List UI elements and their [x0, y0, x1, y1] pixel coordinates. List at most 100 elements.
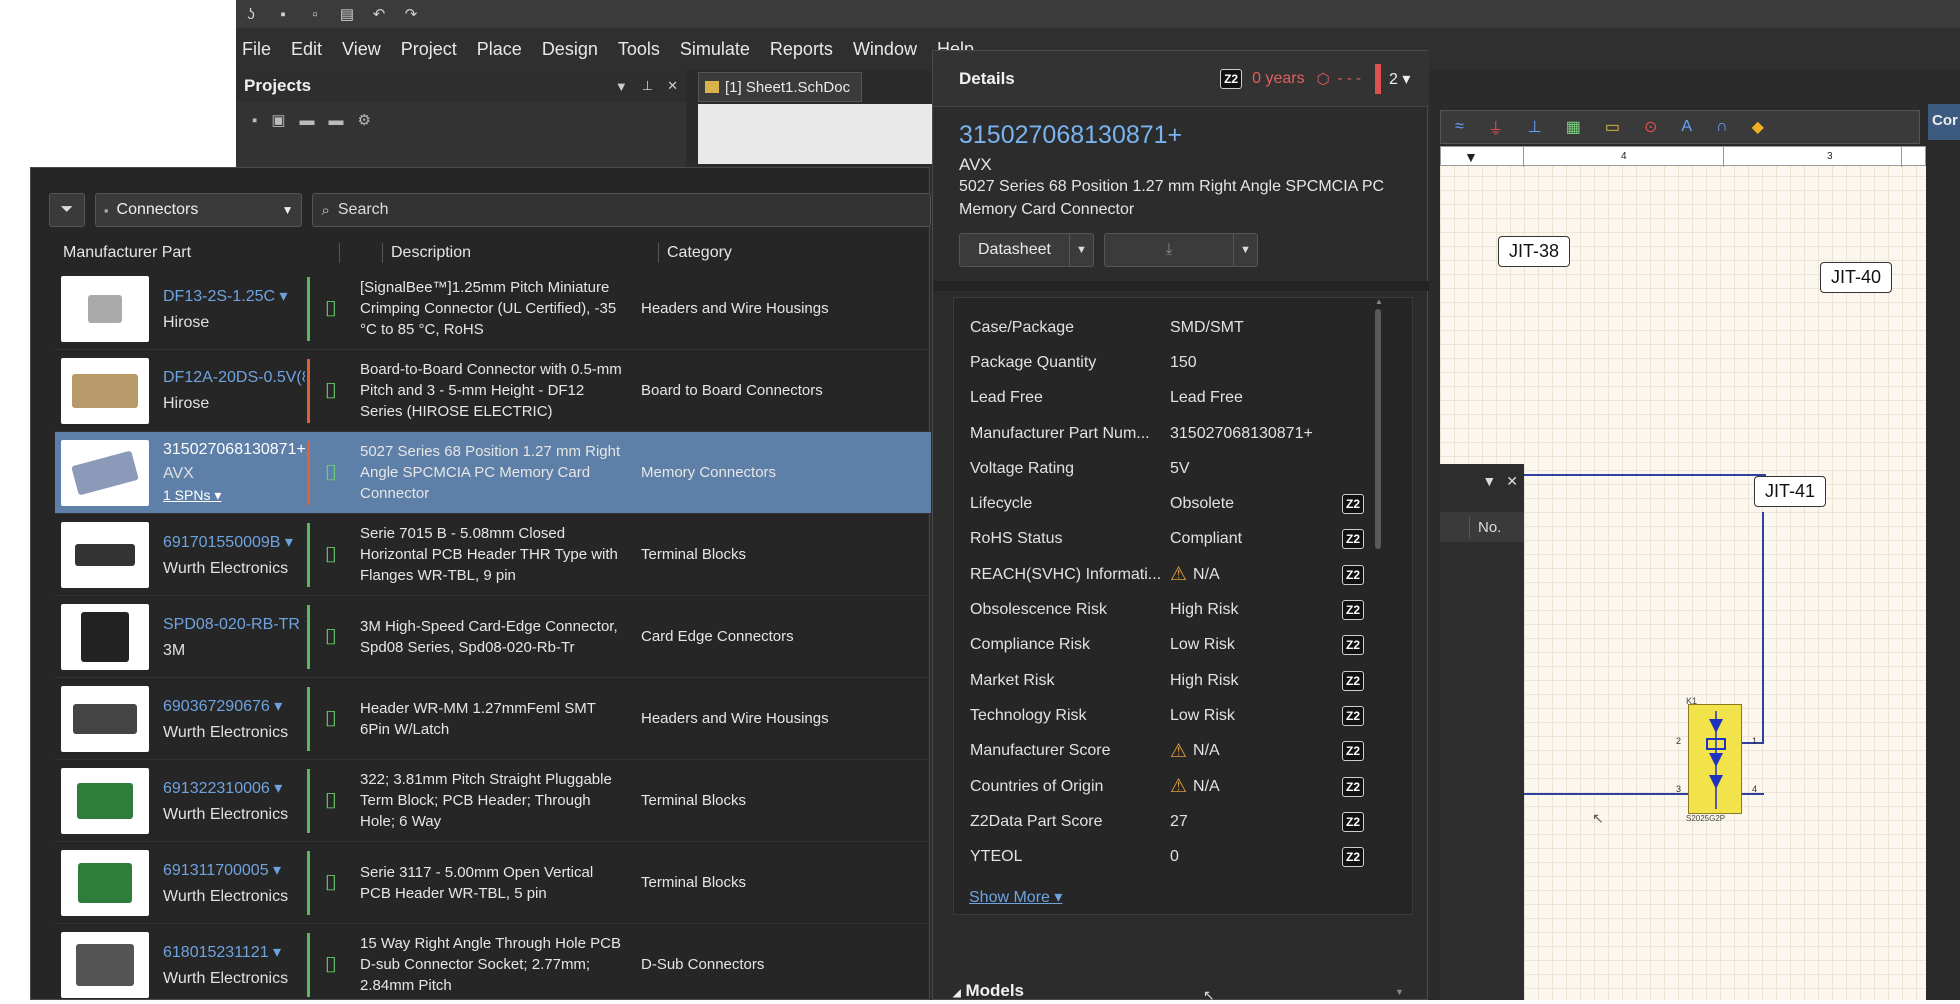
parameter-name: Case/Package [970, 318, 1075, 336]
spns-link[interactable]: 1 SPNs ▾ [163, 487, 305, 504]
column-category[interactable]: Category [659, 244, 732, 262]
z2data-icon[interactable]: Z2 [1342, 741, 1364, 762]
z2data-icon[interactable]: Z2 [1342, 670, 1364, 691]
menu-place[interactable]: Place [477, 39, 522, 60]
menu-simulate[interactable]: Simulate [680, 39, 750, 60]
table-row-selected[interactable]: 315027068130871+ AVX 1 SPNs ▾ ⌷ 5027 Serie… [55, 432, 931, 514]
folder-icon[interactable]: ▬ [300, 112, 315, 129]
part-number-link[interactable]: 691311700005 ▾ [163, 860, 305, 880]
category-dropdown[interactable]: ▪ Connectors ▼ [94, 193, 303, 227]
save-all-icon[interactable]: ▫ [304, 3, 326, 25]
menu-view[interactable]: View [342, 39, 381, 60]
chevron-down-icon[interactable]: ▼ [1482, 473, 1496, 489]
details-count-dropdown[interactable]: 2 ▾ [1389, 69, 1429, 89]
search-input[interactable] [337, 201, 898, 219]
z2data-icon[interactable]: Z2 [1342, 847, 1364, 868]
menu-design[interactable]: Design [542, 39, 598, 60]
stock-cube-icon: ⬡ [1316, 70, 1330, 88]
folder-open-icon[interactable]: ▬ [329, 112, 344, 129]
category-icon: ▪ [103, 202, 109, 218]
z2data-icon[interactable]: Z2 [1342, 494, 1364, 515]
menu-file[interactable]: File [242, 39, 271, 60]
save-icon[interactable]: ▪ [272, 3, 294, 25]
column-no[interactable]: No. [1470, 519, 1501, 536]
column-manufacturer-part[interactable]: Manufacturer Part [55, 244, 339, 262]
menu-edit[interactable]: Edit [291, 39, 322, 60]
search-box: ⌕ [312, 193, 932, 227]
part-category: Memory Connectors [641, 464, 777, 481]
power-port-icon[interactable]: ⏚ [1488, 115, 1504, 139]
save-project-icon[interactable]: ▪ [252, 112, 257, 129]
part-number-link[interactable]: 315027068130871+ [163, 441, 305, 459]
table-row[interactable]: DF13-2S-1.25C ▾ Hirose ⌷ [SignalBee™]1.25… [55, 268, 931, 350]
scroll-down-icon[interactable]: ▼ [1395, 987, 1404, 997]
symbol-icon: ⌷ [324, 623, 338, 649]
component-k1[interactable] [1688, 704, 1742, 814]
download-button[interactable]: ⤓ [1105, 234, 1233, 266]
part-number-link[interactable]: DF13-2S-1.25C ▾ [163, 286, 305, 306]
part-number-link[interactable]: 691322310006 ▾ [163, 778, 305, 798]
z2data-icon[interactable]: Z2 [1220, 68, 1243, 89]
part-icon[interactable]: ▦ [1566, 117, 1581, 137]
open-icon[interactable]: ▤ [336, 3, 358, 25]
z2data-icon[interactable]: Z2 [1342, 529, 1364, 550]
show-more-link[interactable]: Show More ▾ [969, 887, 1062, 907]
column-description[interactable]: Description [383, 244, 658, 262]
part-thumbnail [61, 849, 149, 916]
scroll-up-icon[interactable]: ▲ [1375, 297, 1383, 306]
datasheet-button[interactable]: Datasheet [960, 234, 1069, 266]
chevron-down-icon[interactable]: ▼ [615, 79, 628, 94]
z2data-icon[interactable]: Z2 [1342, 635, 1364, 656]
table-row[interactable]: 618015231121 ▾ Wurth Electronics ⌷ 15 Way… [55, 924, 931, 1001]
manufacturer: 3M [163, 641, 186, 659]
arc-icon[interactable]: ∩ [1716, 118, 1728, 136]
filter-button[interactable]: ⏷ [49, 193, 85, 227]
gear-icon[interactable]: ⚙ [358, 111, 371, 129]
close-icon[interactable]: ✕ [667, 78, 678, 94]
part-number-link[interactable]: 618015231121 ▾ [163, 942, 305, 962]
z2data-icon[interactable]: Z2 [1342, 776, 1364, 797]
table-row[interactable]: DF12A-20DS-0.5V(8 Hirose ⌷ Board-to-Board… [55, 350, 931, 432]
menu-window[interactable]: Window [853, 39, 917, 60]
net-label-jit-41[interactable]: JIT-41 [1754, 476, 1827, 507]
highlight-icon[interactable]: ◆ [1752, 117, 1764, 137]
download-dropdown-arrow[interactable]: ▼ [1232, 234, 1257, 266]
z2data-icon[interactable]: Z2 [1342, 811, 1364, 832]
redo-icon[interactable]: ↷ [400, 3, 422, 25]
wire-icon[interactable]: ≈ [1455, 118, 1464, 136]
z2data-icon[interactable]: Z2 [1342, 600, 1364, 621]
undo-icon[interactable]: ↶ [368, 3, 390, 25]
port-icon[interactable]: ▭ [1605, 117, 1620, 137]
wire[interactable] [1762, 512, 1764, 742]
text-icon[interactable]: A [1681, 118, 1692, 136]
parameters-scrollbar[interactable] [1375, 309, 1381, 549]
warning-icon: ⚠ [1170, 564, 1188, 586]
part-number-link[interactable]: 691701550009B ▾ [163, 532, 305, 552]
z2data-icon[interactable]: Z2 [1342, 705, 1364, 726]
net-label-jit-38[interactable]: JIT-38 [1498, 236, 1571, 267]
datasheet-dropdown-arrow[interactable]: ▼ [1068, 234, 1093, 266]
tab-sheet1[interactable]: [1] Sheet1.SchDoc [698, 72, 862, 102]
components-panel-tab[interactable]: Cor [1928, 104, 1960, 140]
parameter-name: Z2Data Part Score [970, 812, 1103, 830]
menu-project[interactable]: Project [401, 39, 457, 60]
table-row[interactable]: SPD08-020-RB-TR ▾ 3M ⌷ 3M High-Speed Card… [55, 596, 931, 678]
z2data-icon[interactable]: Z2 [1342, 564, 1364, 585]
table-row[interactable]: 691311700005 ▾ Wurth Electronics ⌷ Serie … [55, 842, 931, 924]
pin-icon[interactable]: ⊥ [642, 78, 653, 94]
models-section-header[interactable]: ◢ Models [953, 981, 1024, 1001]
bus-icon[interactable]: ⊥ [1528, 117, 1542, 137]
close-icon[interactable]: ✕ [1506, 473, 1518, 490]
copy-icon[interactable]: ▣ [271, 111, 285, 129]
menu-reports[interactable]: Reports [770, 39, 833, 60]
table-row[interactable]: 691322310006 ▾ Wurth Electronics ⌷ 322; 3… [55, 760, 931, 842]
table-row[interactable]: 690367290676 ▾ Wurth Electronics ⌷ Header… [55, 678, 931, 760]
part-number-link[interactable]: 690367290676 ▾ [163, 696, 305, 716]
menu-tools[interactable]: Tools [618, 39, 660, 60]
part-description: 322; 3.81mm Pitch Straight Pluggable Ter… [360, 771, 612, 830]
part-number-link[interactable]: DF12A-20DS-0.5V(8 [163, 369, 305, 387]
part-number-link[interactable]: SPD08-020-RB-TR ▾ [163, 614, 305, 634]
net-label-jit-40[interactable]: JIT-40 [1820, 262, 1893, 293]
directive-icon[interactable]: ⊙ [1644, 117, 1657, 137]
table-row[interactable]: 691701550009B ▾ Wurth Electronics ⌷ Serie… [55, 514, 931, 596]
